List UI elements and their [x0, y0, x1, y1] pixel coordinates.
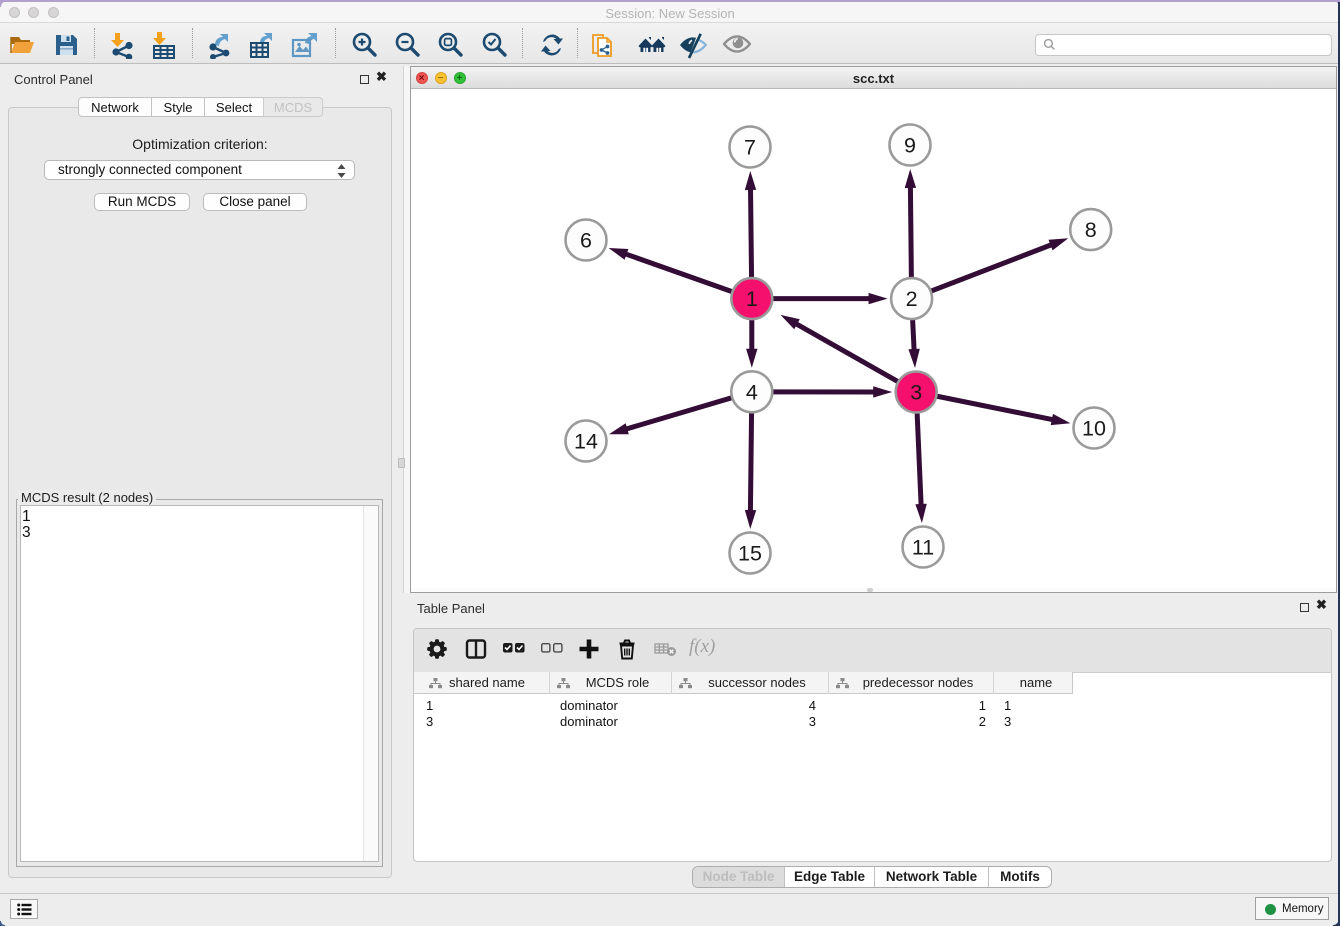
- svg-text:15: 15: [738, 542, 762, 566]
- svg-text:7: 7: [744, 136, 756, 160]
- svg-text:14: 14: [574, 430, 598, 454]
- svg-text:2: 2: [906, 287, 918, 311]
- svg-text:11: 11: [912, 536, 934, 560]
- svg-text:10: 10: [1082, 417, 1106, 441]
- svg-text:9: 9: [904, 134, 916, 158]
- svg-text:4: 4: [746, 380, 758, 404]
- svg-text:3: 3: [910, 381, 922, 405]
- svg-text:8: 8: [1085, 218, 1097, 242]
- svg-text:6: 6: [580, 229, 592, 253]
- svg-text:1: 1: [746, 287, 758, 311]
